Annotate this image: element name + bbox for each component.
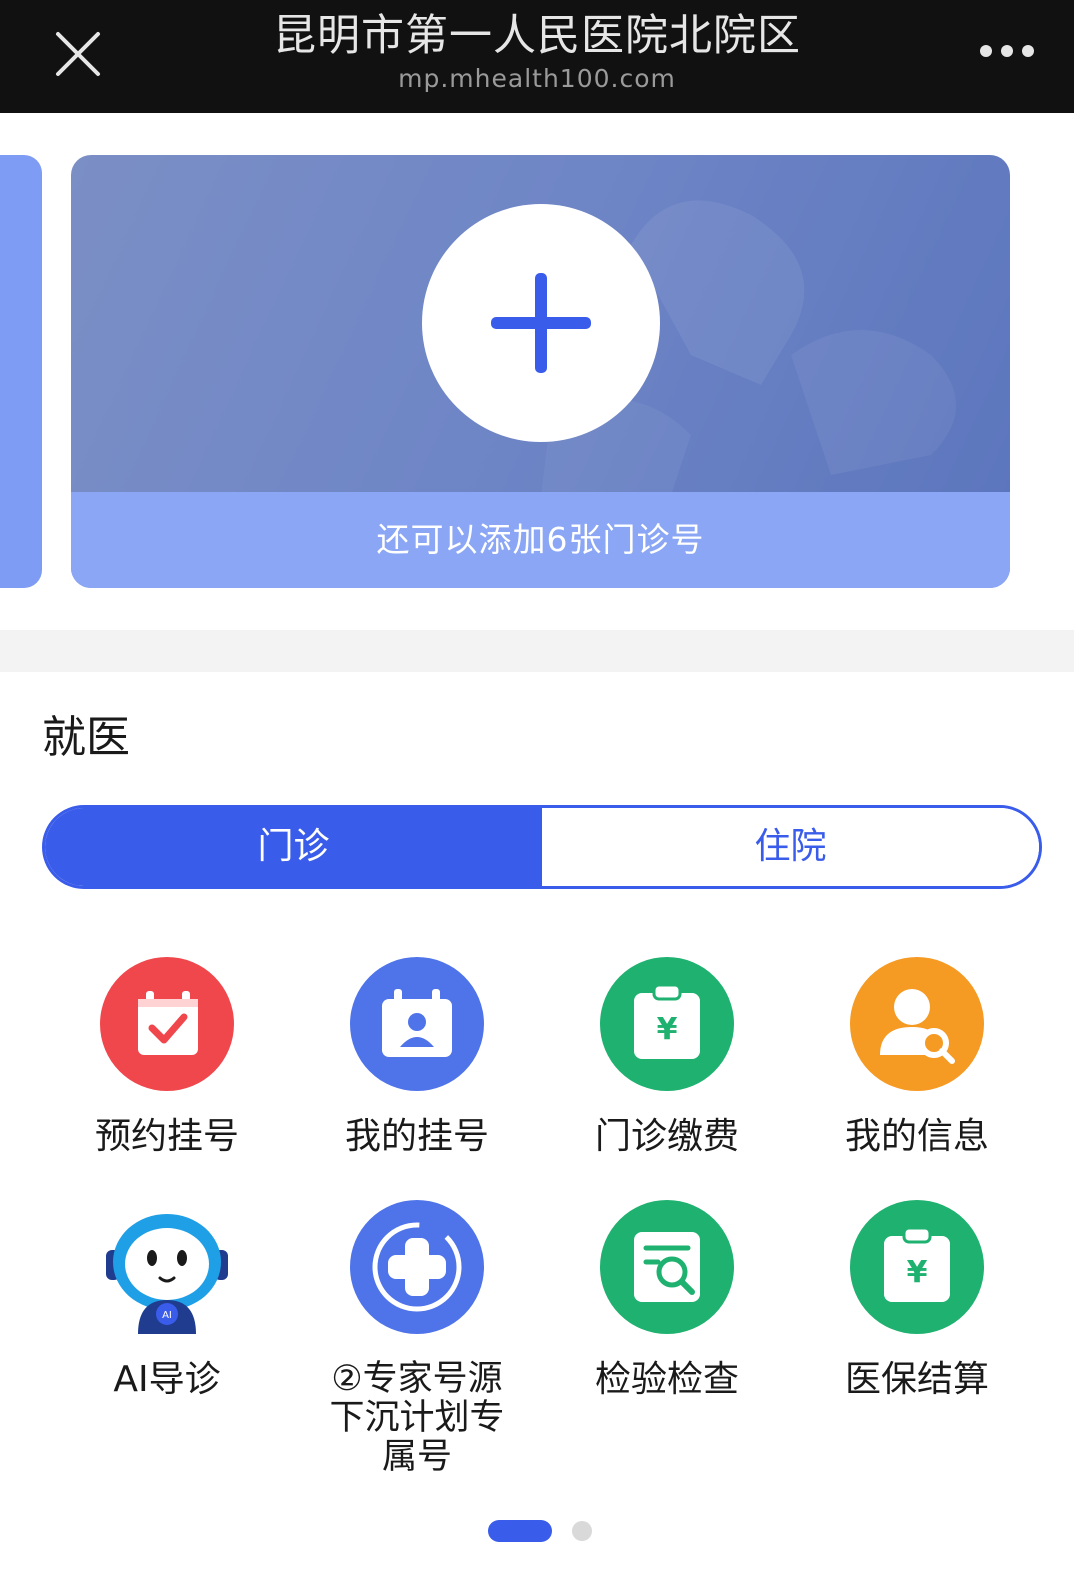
svg-text:¥: ¥ (907, 1255, 928, 1290)
svg-text:¥: ¥ (657, 1012, 678, 1047)
service-outpatient-payment[interactable]: ¥ 门诊缴费 (542, 957, 792, 1167)
add-card-button[interactable] (422, 204, 660, 442)
service-label: ②专家号源下沉计划专属号 (329, 1359, 505, 1477)
page-title: 昆明市第一人民医院北院区 (273, 11, 801, 61)
service-label: 我的信息 (844, 1116, 989, 1157)
service-label: AI导诊 (113, 1359, 221, 1400)
tab-outpatient[interactable]: 门诊 (45, 808, 542, 886)
service-label: 检验检查 (594, 1359, 739, 1400)
card-caption-strip: 还可以添加6张门诊号 (71, 492, 1010, 588)
user-search-icon (850, 957, 984, 1091)
tab-inpatient[interactable]: 住院 (542, 808, 1039, 886)
page-dot-active[interactable] (488, 1520, 552, 1542)
service-my-info[interactable]: 我的信息 (792, 957, 1042, 1167)
clipboard-yuan-icon: ¥ (850, 1200, 984, 1334)
service-ai-guide[interactable]: AI AI导诊 (42, 1200, 292, 1410)
previous-card[interactable] (0, 155, 42, 588)
document-search-icon (600, 1200, 734, 1334)
service-insurance-settlement[interactable]: ¥ 医保结算 (792, 1200, 1042, 1410)
add-clinic-card: 还可以添加6张门诊号 (71, 155, 1010, 588)
calendar-check-icon (100, 957, 234, 1091)
robot-icon: AI (100, 1200, 234, 1334)
service-label: 医保结算 (844, 1359, 989, 1400)
card-caption: 还可以添加6张门诊号 (376, 520, 705, 559)
more-icon[interactable] (978, 40, 1036, 62)
title-bar: 昆明市第一人民医院北院区 mp.mhealth100.com (0, 0, 1074, 113)
service-my-appointments[interactable]: 我的挂号 (292, 957, 542, 1167)
svg-text:AI: AI (162, 1310, 172, 1321)
service-lab-tests[interactable]: 检验检查 (542, 1200, 792, 1410)
calendar-user-icon (350, 957, 484, 1091)
section-title: 就医 (42, 712, 130, 763)
plus-icon (491, 273, 591, 373)
service-label: 预约挂号 (94, 1116, 239, 1157)
section-divider (0, 630, 1074, 672)
service-label: 门诊缴费 (594, 1116, 739, 1157)
page-url: mp.mhealth100.com (398, 64, 676, 93)
page-dot[interactable] (572, 1521, 592, 1541)
visit-type-tabs: 门诊 住院 (42, 805, 1042, 889)
medical-cross-icon (350, 1200, 484, 1334)
service-expert-quota[interactable]: ②专家号源下沉计划专属号 (292, 1200, 542, 1480)
service-label: 我的挂号 (344, 1116, 489, 1157)
clipboard-yuan-icon: ¥ (600, 957, 734, 1091)
service-appointment[interactable]: 预约挂号 (42, 957, 292, 1167)
